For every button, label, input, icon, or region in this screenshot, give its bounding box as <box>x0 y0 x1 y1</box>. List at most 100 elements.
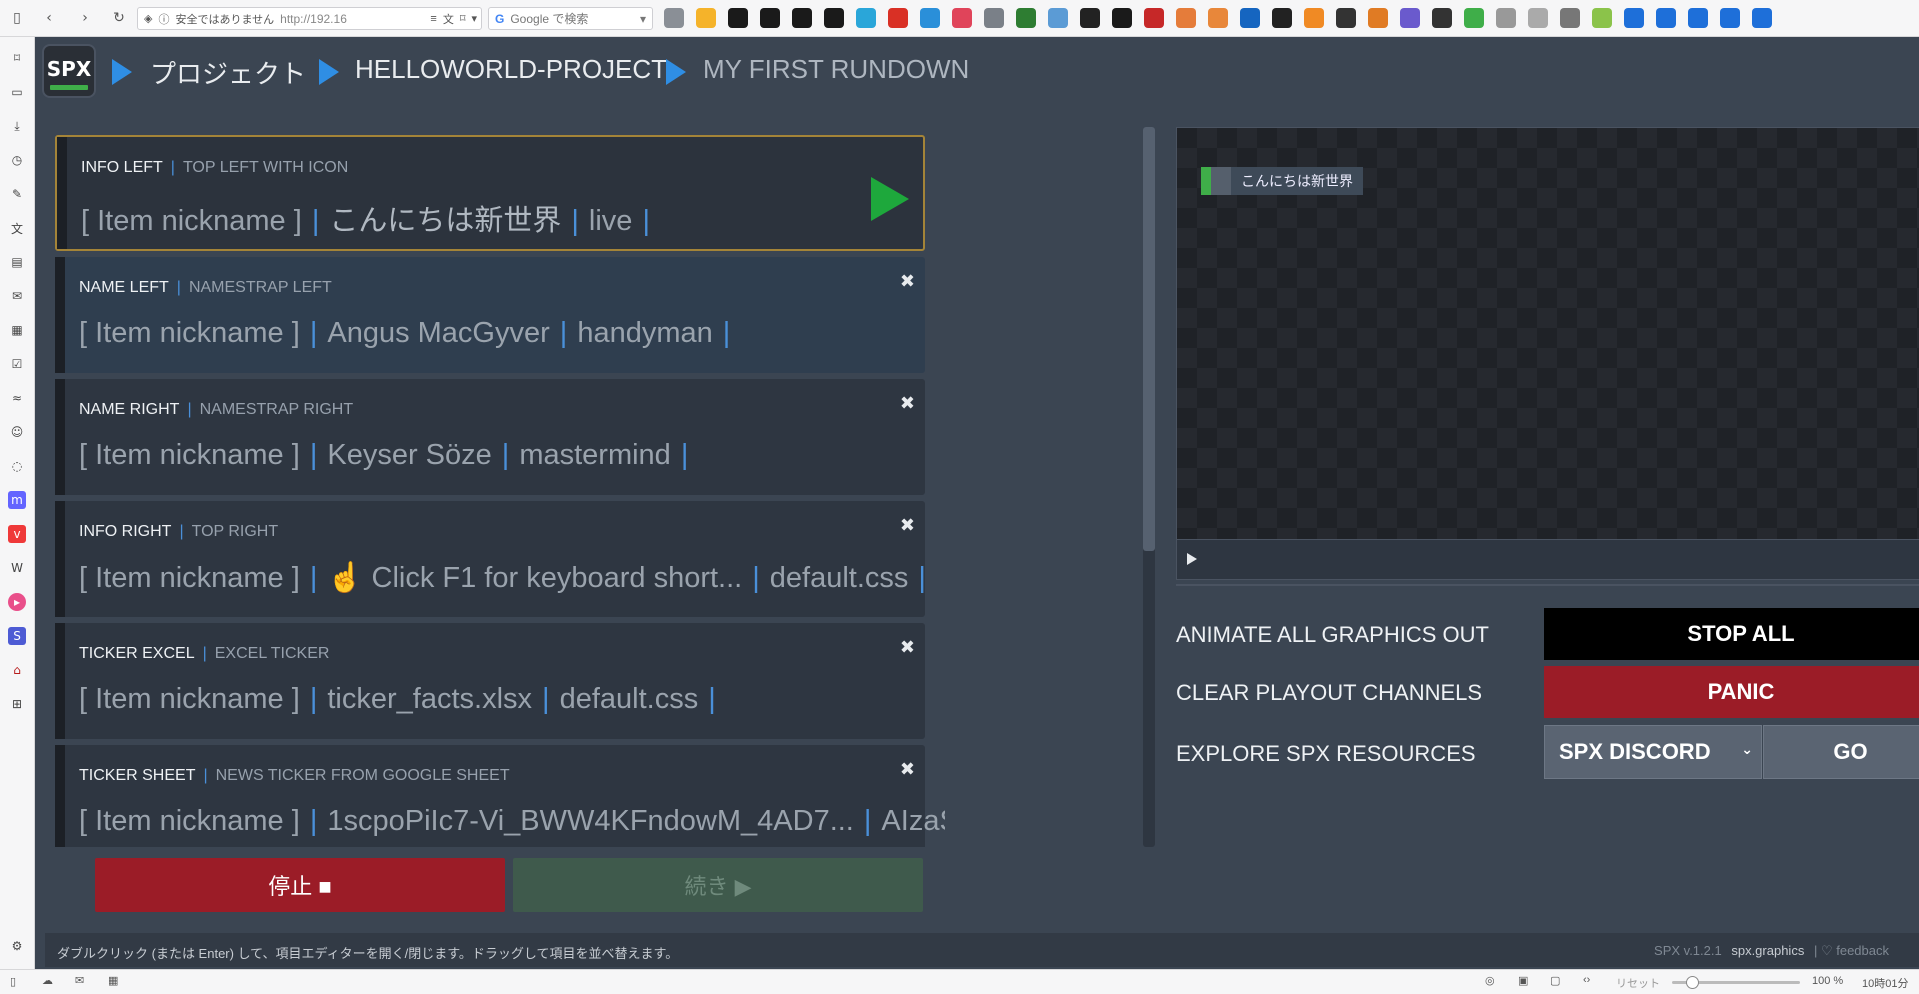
extension-icon[interactable] <box>1720 8 1740 28</box>
item-drag-handle[interactable] <box>55 623 65 739</box>
dropdown-icon[interactable]: ▾ <box>471 12 477 25</box>
item-drag-handle[interactable] <box>57 137 67 249</box>
extension-icon[interactable] <box>1272 8 1292 28</box>
play-icon[interactable] <box>871 177 909 221</box>
reader-icon[interactable]: ≡ <box>430 13 436 25</box>
wikipedia-icon[interactable]: W <box>8 559 26 577</box>
bookmark-icon[interactable]: ⌑ <box>460 12 466 25</box>
extension-icon[interactable] <box>664 8 684 28</box>
calendar-icon[interactable]: ▦ <box>108 974 118 987</box>
rundown-item[interactable]: TICKER EXCEL | EXCEL TICKER [ Item nicknam… <box>55 623 925 739</box>
contacts-icon[interactable]: ☺ <box>8 423 26 441</box>
extension-icon[interactable] <box>984 8 1004 28</box>
scroll-thumb[interactable] <box>1143 127 1155 551</box>
item-drag-handle[interactable] <box>55 745 65 847</box>
extension-icon[interactable] <box>1528 8 1548 28</box>
panel-toggle-icon[interactable]: ▯ <box>10 975 16 988</box>
extension-icon[interactable] <box>1400 8 1420 28</box>
play-icon[interactable] <box>1187 553 1197 565</box>
rundown-item[interactable]: INFO RIGHT | TOP RIGHT [ Item nickname ] | ☝… <box>55 501 926 617</box>
calendar-icon[interactable]: ▦ <box>8 321 26 339</box>
extension-icon[interactable] <box>696 8 716 28</box>
search-input[interactable]: G Google で検索 ▾ <box>488 7 653 30</box>
rundown-item[interactable]: NAME LEFT | NAMESTRAP LEFT [ Item nickname… <box>55 257 925 373</box>
notes-icon[interactable]: ✎ <box>8 185 26 203</box>
chat-icon[interactable]: ◌ <box>8 457 26 475</box>
spx-logo[interactable]: SPX <box>42 44 96 98</box>
extension-icon[interactable] <box>1656 8 1676 28</box>
history-icon[interactable]: ◷ <box>8 151 26 169</box>
bookmarks-icon[interactable]: ⌑ <box>8 49 26 67</box>
extension-icon[interactable] <box>760 8 780 28</box>
rundown-item[interactable]: TICKER SHEET | NEWS TICKER FROM GOOGLE SHE… <box>55 745 945 847</box>
calendar-icon[interactable]: ▤ <box>8 253 26 271</box>
reset-zoom-button[interactable]: リセット <box>1616 975 1660 991</box>
extension-icon[interactable] <box>1432 8 1452 28</box>
vivaldi-icon[interactable]: v <box>8 525 26 543</box>
address-bar[interactable]: ◈ ⓘ 安全ではありません http://192.16 ≡ 文 ⌑ ▾ <box>137 7 482 30</box>
breadcrumb-project[interactable]: HELLOWORLD-PROJECT <box>355 54 667 85</box>
stop-all-button[interactable]: STOP ALL <box>1544 608 1919 660</box>
extension-icon[interactable] <box>1464 8 1484 28</box>
extension-icon[interactable] <box>1208 8 1228 28</box>
mail-icon[interactable]: ✉ <box>8 287 26 305</box>
mail-icon[interactable]: ✉ <box>75 974 84 987</box>
extension-icon[interactable] <box>1368 8 1388 28</box>
translate-icon[interactable]: 文 <box>8 219 26 237</box>
extension-icon[interactable] <box>1336 8 1356 28</box>
extension-icon[interactable] <box>1592 8 1612 28</box>
reading-icon[interactable]: ▭ <box>8 83 26 101</box>
add-panel-icon[interactable]: ⊞ <box>8 695 26 713</box>
camera-icon[interactable]: ◎ <box>1485 974 1495 987</box>
extension-icon[interactable] <box>888 8 908 28</box>
code-icon[interactable]: ‹› <box>1583 974 1590 986</box>
close-icon[interactable]: ✖ <box>900 393 915 414</box>
resource-select[interactable]: SPX DISCORD ⌄ <box>1544 725 1762 779</box>
item-drag-handle[interactable] <box>55 379 65 495</box>
feedback-link[interactable]: ♡ feedback <box>1821 943 1889 958</box>
extension-icon[interactable] <box>1112 8 1132 28</box>
settings-icon[interactable]: ⚙ <box>8 937 26 955</box>
extension-icon[interactable] <box>1144 8 1164 28</box>
rundown-item[interactable]: NAME RIGHT | NAMESTRAP RIGHT [ Item nickna… <box>55 379 925 495</box>
zoom-slider[interactable] <box>1672 976 1800 989</box>
web-panel-icon[interactable]: ⌂ <box>8 661 26 679</box>
rundown-scrollbar[interactable] <box>1143 127 1155 847</box>
extension-icon[interactable] <box>1048 8 1068 28</box>
continue-button[interactable]: 続き ▶ <box>513 858 923 912</box>
item-drag-handle[interactable] <box>55 257 65 373</box>
extension-icon[interactable] <box>1624 8 1644 28</box>
extension-icon[interactable] <box>1560 8 1580 28</box>
extension-icon[interactable] <box>792 8 812 28</box>
close-icon[interactable]: ✖ <box>900 759 915 780</box>
cloud-icon[interactable]: ☁ <box>42 974 53 987</box>
back-icon[interactable]: ‹ <box>38 7 60 29</box>
site-link[interactable]: spx.graphics <box>1731 943 1804 958</box>
forward-icon[interactable]: › <box>74 7 96 29</box>
extension-icon[interactable] <box>1240 8 1260 28</box>
mastodon-icon[interactable]: m <box>8 491 26 509</box>
close-icon[interactable]: ✖ <box>900 271 915 292</box>
close-icon[interactable]: ✖ <box>900 515 915 536</box>
extension-icon[interactable] <box>1016 8 1036 28</box>
zoom-slider-handle[interactable] <box>1686 976 1699 989</box>
extension-icon[interactable] <box>1304 8 1324 28</box>
extension-icon[interactable] <box>1496 8 1516 28</box>
media-icon[interactable]: ▸ <box>8 593 26 611</box>
reload-icon[interactable]: ↻ <box>108 7 130 29</box>
extension-icon[interactable] <box>824 8 844 28</box>
extension-icon[interactable] <box>920 8 940 28</box>
extension-icon[interactable] <box>1176 8 1196 28</box>
extension-icon[interactable] <box>952 8 972 28</box>
window-icon[interactable]: ▢ <box>1550 974 1560 987</box>
feeds-icon[interactable]: ≈ <box>8 389 26 407</box>
search-dropdown-icon[interactable]: ▾ <box>640 12 646 26</box>
item-drag-handle[interactable] <box>55 501 65 617</box>
stop-button[interactable]: 停止 ■ <box>95 858 505 912</box>
panic-button[interactable]: PANIC <box>1544 666 1919 718</box>
extension-icon[interactable] <box>728 8 748 28</box>
tasks-icon[interactable]: ☑ <box>8 355 26 373</box>
sidebar-toggle-icon[interactable]: ▯ <box>6 7 28 29</box>
go-button[interactable]: GO <box>1763 725 1919 779</box>
image-icon[interactable]: ▣ <box>1518 974 1528 987</box>
